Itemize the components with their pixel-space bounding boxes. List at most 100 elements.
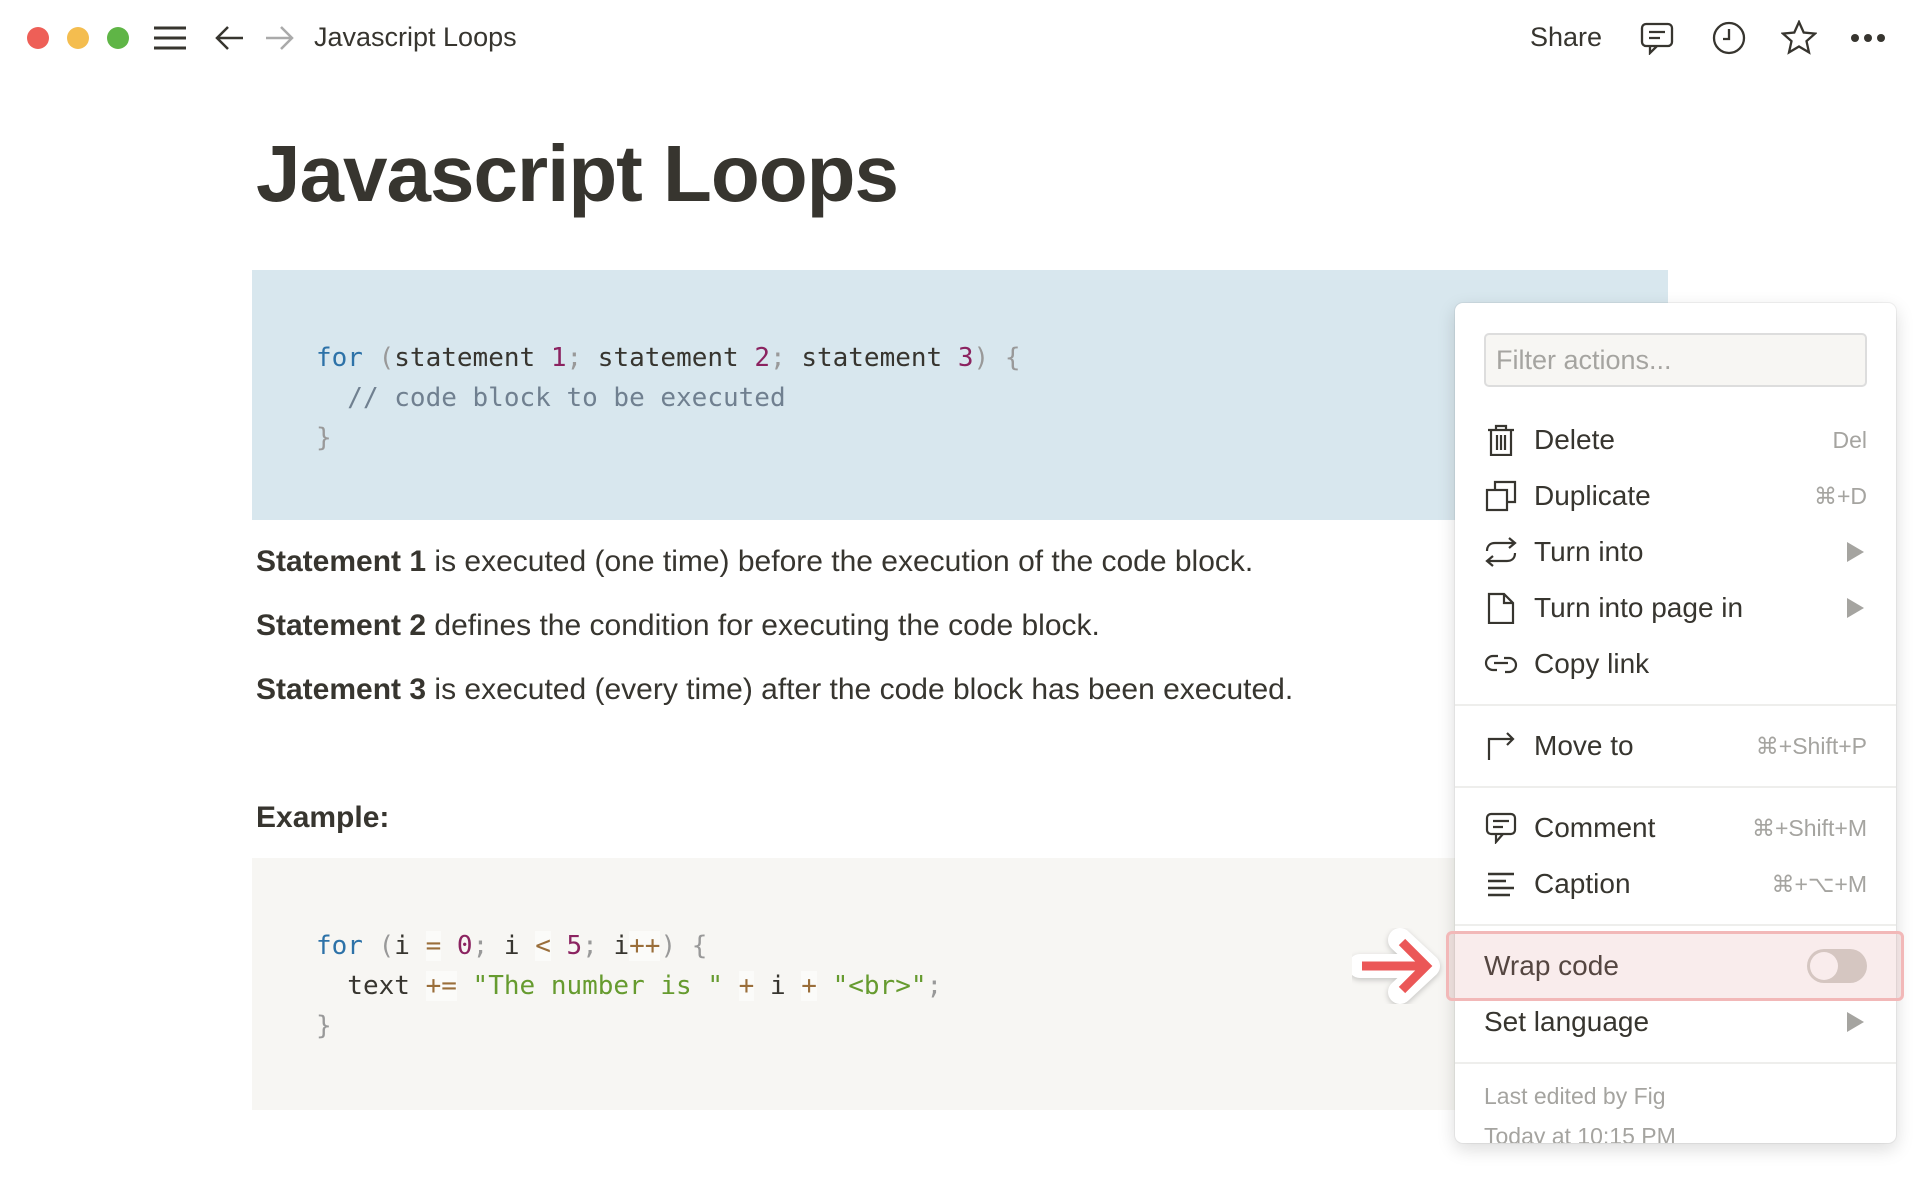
submenu-arrow-icon xyxy=(1847,598,1864,618)
code-token: < xyxy=(535,931,551,961)
code-token: ; xyxy=(472,931,504,961)
code-token: = xyxy=(425,931,442,961)
filter-actions-input[interactable] xyxy=(1484,333,1867,387)
menu-divider xyxy=(1455,704,1896,706)
code-token: // code block to be executed xyxy=(316,383,786,413)
duplicate-icon xyxy=(1484,479,1518,513)
code-token: ) { xyxy=(660,931,708,961)
shortcut: ⌘+⌥+M xyxy=(1771,870,1867,897)
menu-item-delete[interactable]: Delete Del xyxy=(1455,414,1896,466)
menu-icon[interactable] xyxy=(152,20,188,56)
menu-item-label: Move to xyxy=(1534,730,1634,761)
paragraph: Statement 1 is executed (one time) befor… xyxy=(256,545,1253,579)
last-edited-time: Today at 10:15 PM xyxy=(1484,1123,1676,1143)
pointer-arrow-icon xyxy=(1352,928,1440,1004)
menu-item-turn-into-page-in[interactable]: Turn into page in xyxy=(1455,582,1896,634)
submenu-arrow-icon xyxy=(1847,542,1864,562)
menu-item-comment[interactable]: Comment ⌘+Shift+M xyxy=(1455,802,1896,854)
menu-divider xyxy=(1455,924,1896,926)
code-token: "<br>" xyxy=(832,971,927,1001)
paragraph-text: is executed (every time) after the code … xyxy=(426,673,1294,706)
menu-item-copy-link[interactable]: Copy link xyxy=(1455,638,1896,690)
page-title: Javascript Loops xyxy=(256,129,899,218)
menu-item-duplicate[interactable]: Duplicate ⌘+D xyxy=(1455,470,1896,522)
back-arrow-icon[interactable] xyxy=(212,20,248,56)
trash-icon xyxy=(1484,423,1518,457)
paragraph: Statement 2 defines the condition for ex… xyxy=(256,609,1100,643)
code-token: i xyxy=(394,931,426,961)
code-token: ; xyxy=(566,343,598,373)
turn-into-icon xyxy=(1484,535,1518,569)
shortcut: ⌘+Shift+M xyxy=(1751,814,1867,841)
code-token: 0 xyxy=(456,931,473,961)
code-token: 5 xyxy=(566,931,583,961)
code-token: statement xyxy=(597,343,755,373)
code-token: ( xyxy=(362,931,395,961)
code-token: i xyxy=(613,931,630,961)
code-token: 3 xyxy=(957,343,974,373)
maximize-window-button[interactable] xyxy=(107,27,129,49)
shortcut: Del xyxy=(1832,426,1867,453)
menu-item-label: Comment xyxy=(1534,812,1656,843)
code-token: ) { xyxy=(973,343,1021,373)
paragraph-bold: Statement 2 xyxy=(256,609,427,642)
paragraph-text: defines the condition for executing the … xyxy=(426,609,1100,642)
menu-divider xyxy=(1455,1062,1896,1064)
menu-divider xyxy=(1455,786,1896,788)
move-to-icon xyxy=(1484,729,1518,763)
window-title: Javascript Loops xyxy=(314,22,517,52)
code-token: } xyxy=(316,1011,332,1041)
menu-item-move-to[interactable]: Move to ⌘+Shift+P xyxy=(1455,720,1896,772)
comment-icon[interactable] xyxy=(1639,20,1675,56)
code-token: statement xyxy=(394,343,551,373)
share-button[interactable]: Share xyxy=(1530,22,1602,53)
code-token: statement xyxy=(801,343,958,373)
shortcut: ⌘+D xyxy=(1813,482,1867,509)
code-token: ; xyxy=(926,971,943,1001)
code-token: for xyxy=(316,931,363,961)
menu-item-label: Duplicate xyxy=(1534,480,1651,511)
menu-item-label: Turn into xyxy=(1534,536,1644,567)
code-token: i xyxy=(754,971,802,1001)
menu-item-set-language[interactable]: Set language xyxy=(1455,996,1896,1048)
more-icon[interactable] xyxy=(1850,20,1886,56)
menu-item-turn-into[interactable]: Turn into xyxy=(1455,526,1896,578)
shortcut: ⌘+Shift+P xyxy=(1755,732,1867,759)
menu-item-caption[interactable]: Caption ⌘+⌥+M xyxy=(1455,858,1896,910)
paragraph-bold: Statement 3 xyxy=(256,673,427,706)
code-token: ++ xyxy=(629,931,661,961)
menu-item-label: Set language xyxy=(1484,1006,1650,1037)
paragraph: Statement 3 is executed (every time) aft… xyxy=(256,673,1293,707)
close-window-button[interactable] xyxy=(27,27,49,49)
wrap-code-highlight xyxy=(1446,931,1904,1001)
code-token: + xyxy=(801,971,817,1001)
last-edited-by: Last edited by Fig xyxy=(1484,1083,1666,1109)
paragraph-bold: Statement 1 xyxy=(256,545,427,578)
minimize-window-button[interactable] xyxy=(67,27,89,49)
paragraph-text: is executed (one time) before the execut… xyxy=(426,545,1254,578)
clock-icon[interactable] xyxy=(1711,20,1747,56)
link-icon xyxy=(1484,647,1518,681)
code-token: 2 xyxy=(754,343,770,373)
star-icon[interactable] xyxy=(1781,20,1817,56)
block-actions-menu: Delete Del Duplicate ⌘+D Turn into Turn … xyxy=(1455,303,1896,1143)
page-icon xyxy=(1484,591,1518,625)
menu-item-label: Copy link xyxy=(1534,648,1650,679)
menu-item-label: Caption xyxy=(1534,868,1631,899)
code-token: ; xyxy=(582,931,614,961)
menu-item-label: Delete xyxy=(1534,424,1615,455)
code-token: 1 xyxy=(550,343,567,373)
code-token: ( xyxy=(362,343,395,373)
code-token: + xyxy=(738,971,755,1001)
caption-icon xyxy=(1484,867,1518,901)
forward-arrow-icon[interactable] xyxy=(261,20,297,56)
code-token: for xyxy=(316,343,363,373)
code-token: ; xyxy=(770,343,802,373)
submenu-arrow-icon xyxy=(1847,1012,1864,1032)
example-heading: Example: xyxy=(256,801,390,834)
